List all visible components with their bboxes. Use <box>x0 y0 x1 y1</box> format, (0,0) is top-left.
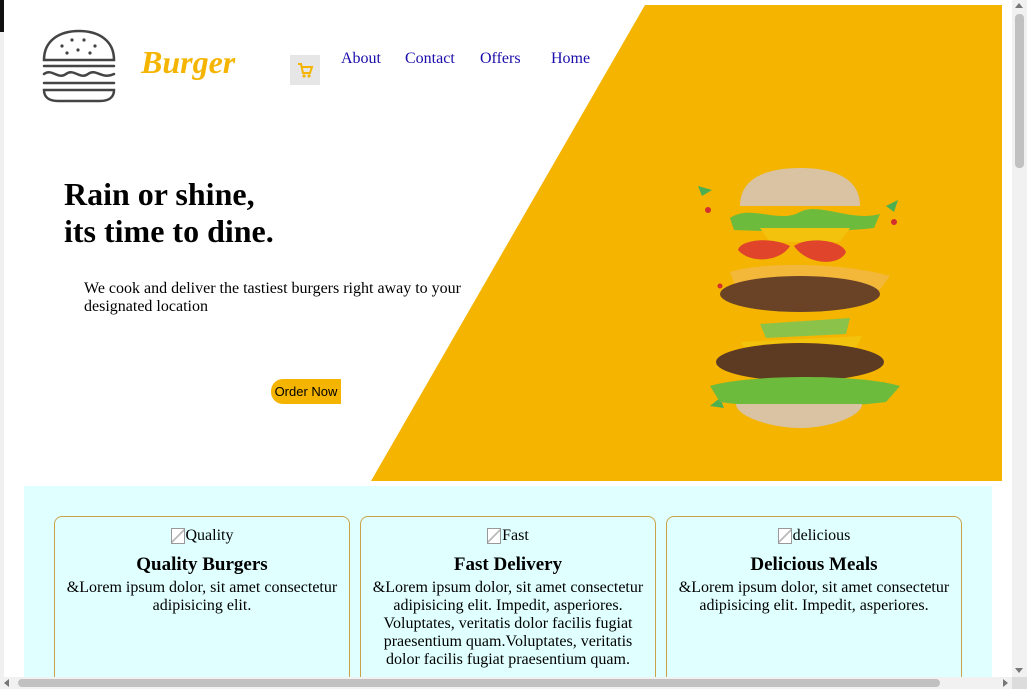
fast-image-alt: Fast <box>502 527 529 544</box>
brand-name: Burger <box>141 44 236 80</box>
cart-button[interactable] <box>290 55 320 85</box>
feature-title: Fast Delivery <box>453 554 563 575</box>
feature-card-fast: Fast Fast Delivery &Lorem ipsum dolor, s… <box>360 516 656 687</box>
feature-text: &Lorem ipsum dolor, sit amet consectetur… <box>372 579 644 668</box>
scroll-down-icon[interactable] <box>1015 668 1023 673</box>
quality-image-alt: Quality <box>185 527 234 544</box>
window-edge-dark <box>0 0 4 32</box>
horizontal-scroll-thumb[interactable] <box>18 679 940 687</box>
vertical-scroll-thumb[interactable] <box>1015 14 1024 168</box>
feature-title: Delicious Meals <box>750 554 878 575</box>
quality-image: Quality <box>55 527 349 545</box>
window-edge <box>0 0 4 689</box>
nav-about[interactable]: About <box>341 50 381 68</box>
delicious-image: delicious <box>667 527 961 545</box>
delicious-image-alt: delicious <box>792 527 851 544</box>
hero-headline: Rain or shine, its time to dine. <box>64 176 274 250</box>
hero-tagline: We cook and deliver the tastiest burgers… <box>84 280 461 315</box>
feature-card-delicious: delicious Delicious Meals &Lorem ipsum d… <box>666 516 962 687</box>
hero-headline-line2: its time to dine. <box>64 213 274 249</box>
burger-image <box>698 168 900 428</box>
scroll-left-icon[interactable] <box>4 679 9 687</box>
nav-offers[interactable]: Offers <box>480 50 521 68</box>
horizontal-scrollbar[interactable] <box>0 677 1012 689</box>
broken-image-icon <box>487 528 502 544</box>
hero-headline-line1: Rain or shine, <box>64 176 255 212</box>
scroll-right-icon[interactable] <box>1003 679 1008 687</box>
broken-image-icon <box>170 528 185 544</box>
feature-card-quality: Quality Quality Burgers &Lorem ipsum dol… <box>54 516 350 687</box>
fast-image: Fast <box>361 527 655 545</box>
feature-text: &Lorem ipsum dolor, sit amet consectetur… <box>66 579 338 614</box>
nav-contact[interactable]: Contact <box>405 50 455 68</box>
burger-logo-icon <box>42 29 116 103</box>
feature-text: &Lorem ipsum dolor, sit amet consectetur… <box>678 579 950 614</box>
cart-icon <box>298 63 314 78</box>
order-now-button[interactable]: Order Now <box>271 379 341 404</box>
scroll-up-icon[interactable] <box>1015 3 1023 8</box>
scrollbar-corner <box>1012 677 1027 689</box>
features-section: Quality Quality Burgers &Lorem ipsum dol… <box>24 486 992 687</box>
nav-home[interactable]: Home <box>551 50 590 68</box>
feature-title: Quality Burgers <box>136 554 268 575</box>
broken-image-icon <box>777 528 792 544</box>
vertical-scrollbar[interactable] <box>1012 0 1027 677</box>
